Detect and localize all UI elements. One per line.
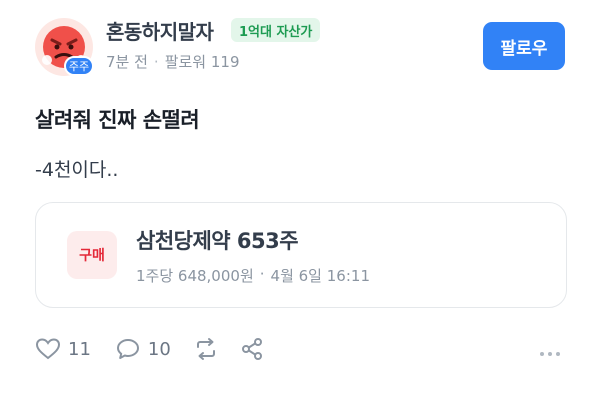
meta-separator: · bbox=[153, 52, 159, 71]
trade-separator: · bbox=[259, 265, 265, 283]
follower-count: 팔로워 119 bbox=[164, 53, 240, 71]
post-meta: 7분 전 · 팔로워 119 bbox=[106, 51, 240, 72]
post-title: 살려줘 진짜 손떨려 bbox=[35, 108, 200, 132]
follow-button[interactable]: 팔로우 bbox=[483, 22, 565, 70]
share-button[interactable] bbox=[239, 336, 265, 362]
post-time: 7분 전 bbox=[106, 53, 148, 71]
like-button[interactable]: 11 bbox=[35, 337, 91, 361]
share-icon bbox=[241, 338, 262, 360]
repost-icon bbox=[196, 338, 215, 360]
heart-icon bbox=[35, 338, 61, 360]
action-bar: 11 10 bbox=[35, 336, 265, 362]
trade-card[interactable]: 구매 삼천당제약 653주 1주당 648,000원 · 4월 6일 16:11 bbox=[35, 202, 567, 308]
comment-count: 10 bbox=[147, 338, 171, 360]
trade-type-badge: 구매 bbox=[67, 231, 117, 279]
trade-price: 1주당 648,000원 bbox=[136, 267, 254, 285]
avatar-badge: 주주 bbox=[64, 56, 94, 76]
author-name[interactable]: 혼동하지말자 bbox=[106, 16, 214, 45]
asset-badge: 1억대 자산가 bbox=[231, 18, 321, 42]
trade-title: 삼천당제약 653주 bbox=[136, 229, 299, 253]
comment-icon bbox=[116, 339, 139, 359]
post-body: -4천이다.. bbox=[35, 159, 119, 181]
repost-button[interactable] bbox=[193, 337, 219, 361]
trade-datetime: 4월 6일 16:11 bbox=[270, 267, 370, 285]
trade-meta: 1주당 648,000원 · 4월 6일 16:11 bbox=[136, 265, 370, 286]
like-count: 11 bbox=[68, 338, 91, 360]
more-icon bbox=[540, 352, 560, 356]
comment-button[interactable]: 10 bbox=[115, 337, 171, 361]
more-options-button[interactable] bbox=[538, 343, 562, 362]
